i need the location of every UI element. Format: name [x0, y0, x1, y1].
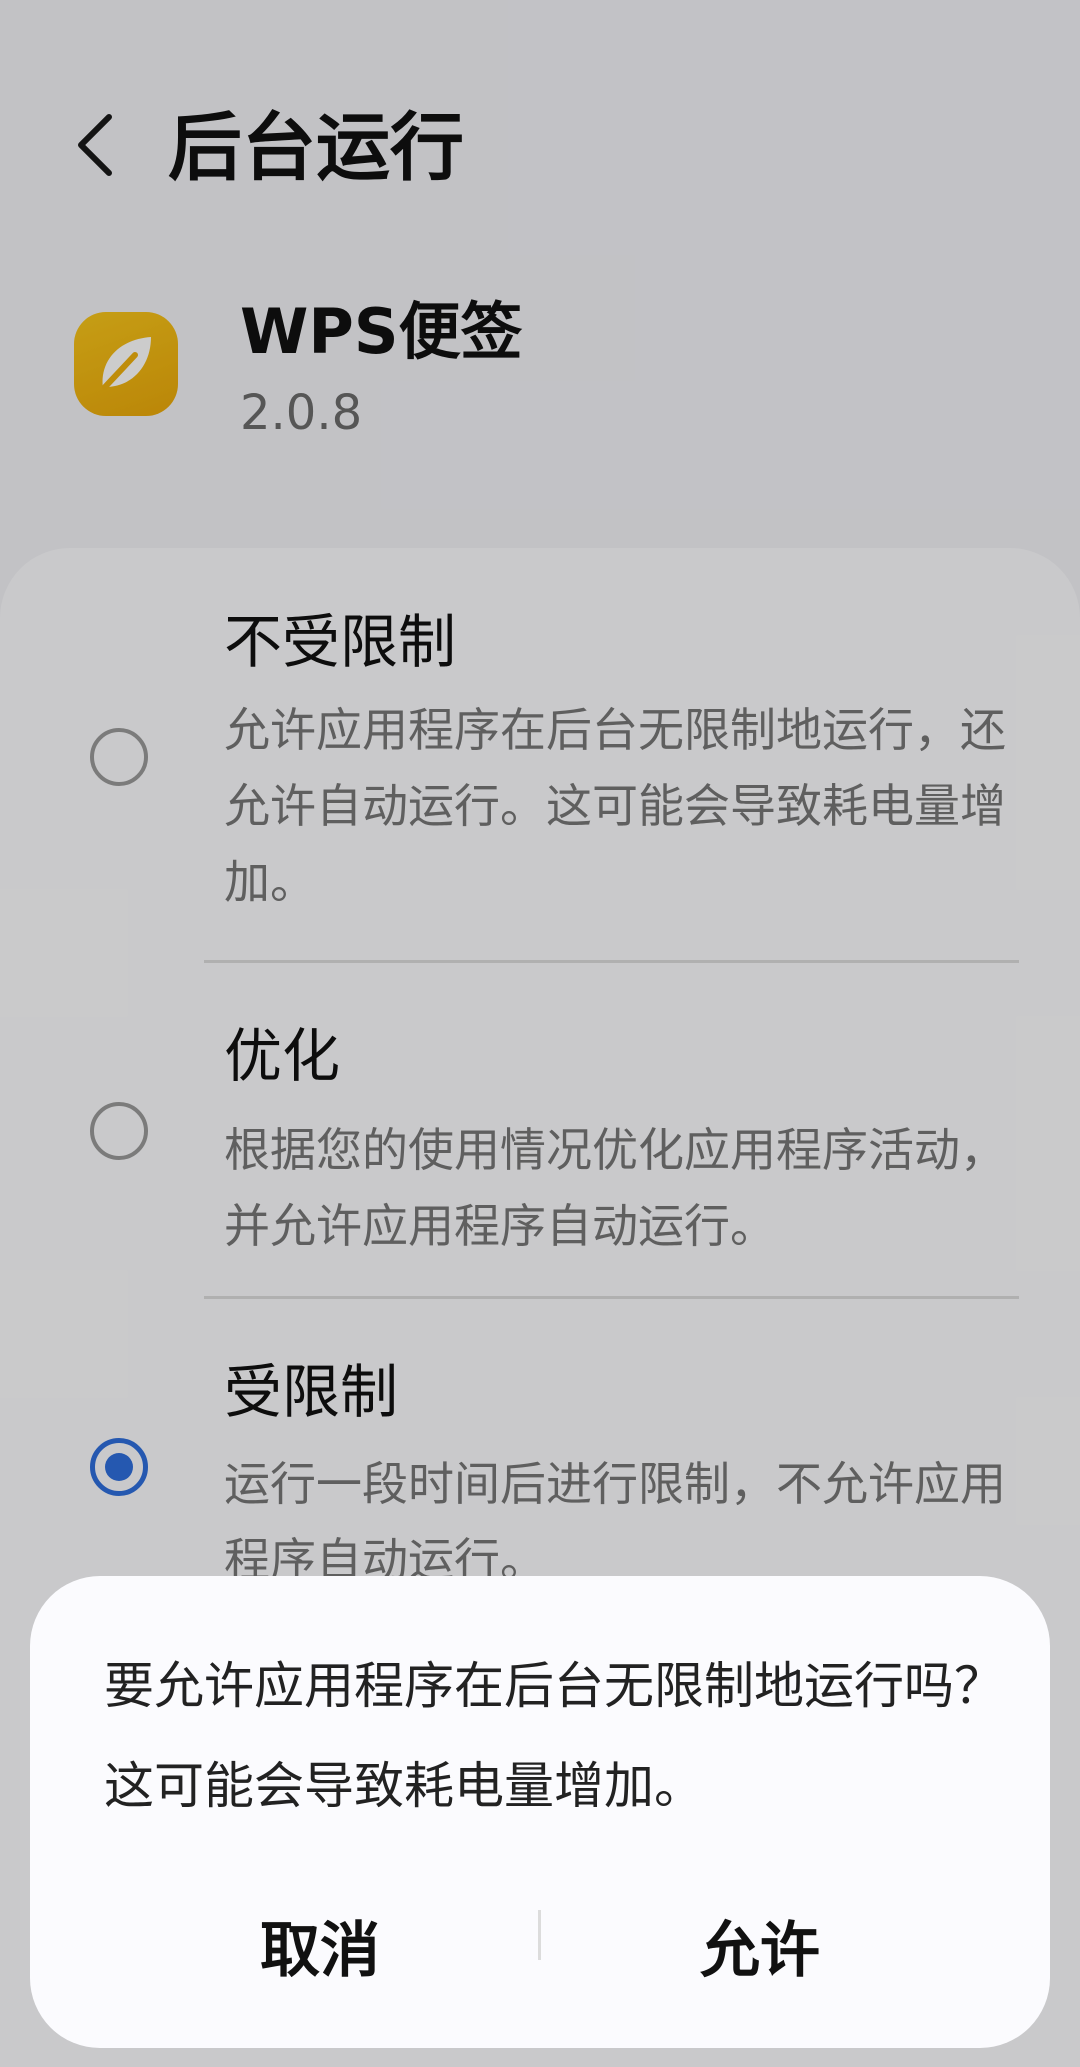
allow-button[interactable]: 允许 — [540, 1896, 980, 2006]
background-running-screen: 后台运行 WPS便签 2.0.8 不受限制 允许应用程序在后台无限制地运行，还允… — [0, 0, 1080, 2067]
cancel-button[interactable]: 取消 — [100, 1896, 540, 2006]
confirm-dialog: 要允许应用程序在后台无限制地运行吗？这可能会导致耗电量增加。 取消 允许 — [30, 1576, 1050, 2048]
dialog-message: 要允许应用程序在后台无限制地运行吗？这可能会导致耗电量增加。 — [104, 1657, 1004, 1815]
